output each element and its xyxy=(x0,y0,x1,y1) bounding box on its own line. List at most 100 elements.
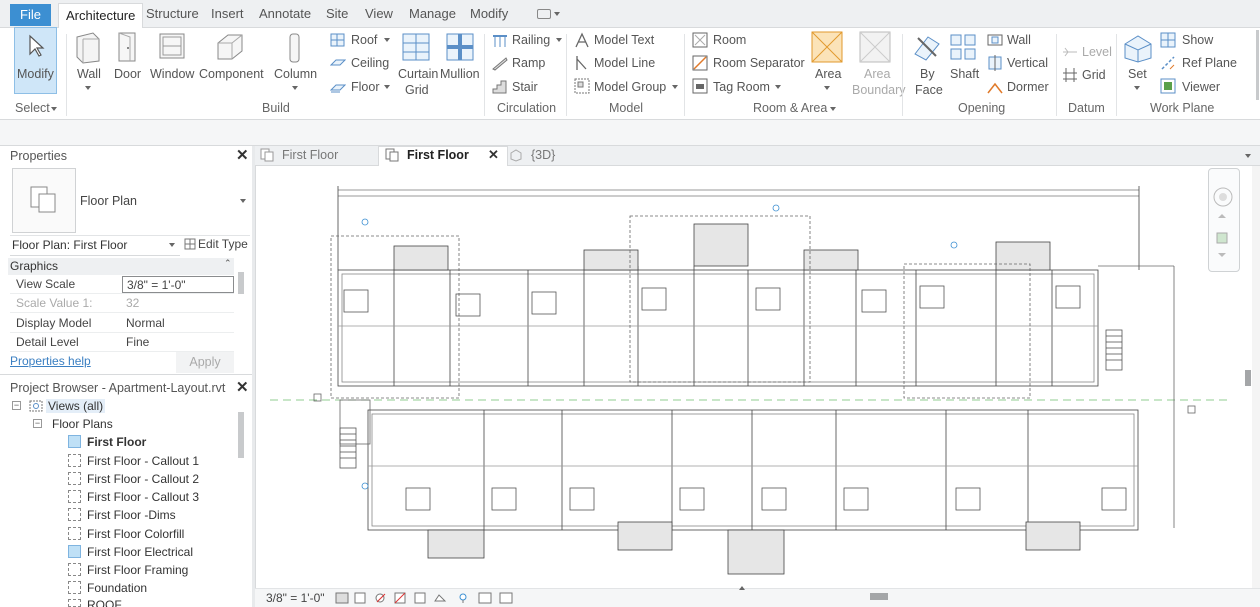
view-tab-3d[interactable]: {3D} xyxy=(531,148,555,162)
tree-item-dims[interactable]: First Floor -Dims xyxy=(87,508,176,522)
tab-structure[interactable]: Structure xyxy=(146,6,199,21)
properties-help-link[interactable]: Properties help xyxy=(10,354,91,368)
display-model-value[interactable]: Normal xyxy=(122,315,234,332)
prop-key: Scale Value 1: xyxy=(16,296,93,310)
view-scale-status[interactable]: 3/8" = 1'-0" xyxy=(266,591,325,605)
tree-item-callout-2[interactable]: First Floor - Callout 2 xyxy=(87,472,199,486)
dormer-button[interactable]: Dormer xyxy=(1007,80,1049,94)
tab-manage[interactable]: Manage xyxy=(409,6,456,21)
file-menu-button[interactable]: File xyxy=(10,4,51,26)
room-area-panel-title[interactable]: Room & Area xyxy=(753,101,827,115)
chevron-down-icon[interactable] xyxy=(556,38,562,42)
properties-scrollbar[interactable] xyxy=(238,272,244,294)
prop-key: View Scale xyxy=(16,277,76,291)
window-button[interactable]: Window xyxy=(150,67,194,81)
chevron-up-icon[interactable] xyxy=(739,586,745,590)
tree-item-callout-3[interactable]: First Floor - Callout 3 xyxy=(87,490,199,504)
chevron-down-icon[interactable] xyxy=(830,107,836,111)
chevron-down-icon[interactable] xyxy=(169,243,175,247)
close-icon[interactable]: ✕ xyxy=(236,378,249,396)
tree-item-roof[interactable]: ROOF xyxy=(87,598,122,607)
chevron-down-icon[interactable] xyxy=(85,86,91,90)
tag-room-button[interactable]: Tag Room xyxy=(713,80,770,94)
apply-button[interactable]: Apply xyxy=(176,352,234,373)
model-line-button[interactable]: Model Line xyxy=(594,56,655,70)
chevron-down-icon[interactable] xyxy=(775,85,781,89)
tree-item-floor-plans[interactable]: Floor Plans xyxy=(52,417,113,431)
chevron-down-icon[interactable] xyxy=(292,86,298,90)
ref-plane-button[interactable]: Ref Plane xyxy=(1182,56,1237,70)
tab-view[interactable]: View xyxy=(365,6,393,21)
tab-annotate[interactable]: Annotate xyxy=(259,6,311,21)
show-button[interactable]: Show xyxy=(1182,33,1213,47)
tree-item-framing[interactable]: First Floor Framing xyxy=(87,563,188,577)
mullion-button[interactable]: Mullion xyxy=(440,67,480,81)
chevron-down-icon[interactable] xyxy=(1245,154,1251,158)
browser-scrollbar[interactable] xyxy=(238,412,244,458)
tree-item-colorfill[interactable]: First Floor Colorfill xyxy=(87,527,184,541)
model-text-button[interactable]: Model Text xyxy=(594,33,654,47)
view-scale-input[interactable]: 3/8" = 1'-0" xyxy=(122,276,234,293)
viewer-button[interactable]: Viewer xyxy=(1182,80,1220,94)
panel-visibility-icon[interactable] xyxy=(537,9,551,19)
component-button[interactable]: Component xyxy=(199,67,264,81)
wall-opening-button[interactable]: Wall xyxy=(1007,33,1031,47)
detail-level-value[interactable]: Fine xyxy=(122,334,234,351)
view-tab-first-floor-1[interactable]: First Floor xyxy=(282,148,338,162)
by-face-label-1[interactable]: By xyxy=(920,67,935,81)
tree-item-electrical[interactable]: First Floor Electrical xyxy=(87,545,193,559)
stair-button[interactable]: Stair xyxy=(512,80,538,94)
ceiling-button[interactable]: Ceiling xyxy=(351,56,389,70)
wall-button[interactable]: Wall xyxy=(77,67,101,81)
close-icon[interactable]: ✕ xyxy=(236,146,249,164)
tree-item-foundation[interactable]: Foundation xyxy=(87,581,147,595)
collapse-icon[interactable]: ⌃ xyxy=(224,258,232,269)
canvas-horizontal-scroll-thumb[interactable] xyxy=(870,593,888,600)
chevron-down-icon[interactable] xyxy=(240,199,246,203)
tab-modify[interactable]: Modify xyxy=(470,6,508,21)
tree-item-first-floor[interactable]: First Floor xyxy=(87,435,146,449)
graphics-section-header[interactable]: Graphics xyxy=(8,258,234,275)
vertical-opening-button[interactable]: Vertical xyxy=(1007,56,1048,70)
view-tab-first-floor-active[interactable]: First Floor xyxy=(407,148,469,162)
chevron-down-icon[interactable] xyxy=(824,86,830,90)
tree-item-views-all[interactable]: Views (all) xyxy=(46,399,106,413)
railing-button[interactable]: Railing xyxy=(512,33,550,47)
chevron-down-icon[interactable] xyxy=(51,107,57,111)
collapse-toggle-icon[interactable]: − xyxy=(33,419,42,428)
navigation-bar[interactable] xyxy=(1208,168,1240,272)
grid-button[interactable]: Grid xyxy=(1082,68,1106,82)
model-group-button[interactable]: Model Group xyxy=(594,80,666,94)
edit-type-button[interactable]: Edit Type xyxy=(198,237,248,251)
chevron-down-icon[interactable] xyxy=(672,85,678,89)
instance-filter-select[interactable]: Floor Plan: First Floor xyxy=(10,236,180,256)
chevron-down-icon[interactable] xyxy=(554,12,560,16)
room-button[interactable]: Room xyxy=(713,33,746,47)
tree-item-callout-1[interactable]: First Floor - Callout 1 xyxy=(87,454,199,468)
collapse-toggle-icon[interactable]: − xyxy=(12,401,21,410)
shaft-button[interactable]: Shaft xyxy=(950,67,979,81)
roof-button[interactable]: Roof xyxy=(351,33,377,47)
by-face-label-2[interactable]: Face xyxy=(915,83,943,97)
chevron-down-icon[interactable] xyxy=(1134,86,1140,90)
set-button[interactable]: Set xyxy=(1128,67,1147,81)
area-button[interactable]: Area xyxy=(815,67,841,81)
door-button[interactable]: Door xyxy=(114,67,141,81)
select-panel-title[interactable]: Select xyxy=(15,101,50,115)
close-icon[interactable]: ✕ xyxy=(488,147,499,163)
chevron-down-icon[interactable] xyxy=(384,85,390,89)
column-button[interactable]: Column xyxy=(274,67,317,81)
canvas-scroll-thumb[interactable] xyxy=(1245,370,1251,386)
floor-button[interactable]: Floor xyxy=(351,80,379,94)
curtain-grid-label-2[interactable]: Grid xyxy=(405,83,429,97)
room-separator-button[interactable]: Room Separator xyxy=(713,56,805,70)
canvas-vertical-scrollbar[interactable] xyxy=(1252,166,1260,588)
ramp-button[interactable]: Ramp xyxy=(512,56,545,70)
ribbon-scrollbar[interactable] xyxy=(1256,30,1259,100)
tab-architecture[interactable]: Architecture xyxy=(58,3,144,29)
tab-insert[interactable]: Insert xyxy=(211,6,244,21)
curtain-grid-label-1[interactable]: Curtain xyxy=(398,67,438,81)
chevron-down-icon[interactable] xyxy=(384,38,390,42)
drawing-canvas[interactable] xyxy=(255,166,1251,588)
tab-site[interactable]: Site xyxy=(326,6,348,21)
